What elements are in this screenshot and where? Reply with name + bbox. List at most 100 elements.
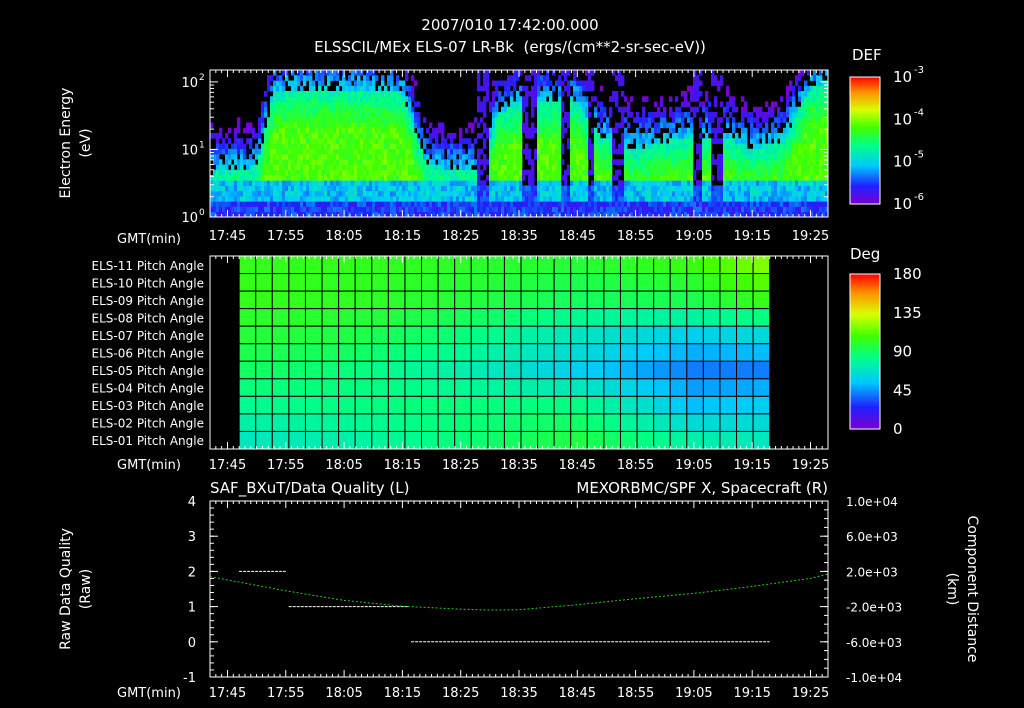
spectrogram-cell xyxy=(639,154,643,160)
spectrogram-cell xyxy=(813,85,817,92)
spectrogram-cell xyxy=(720,185,724,192)
spectrogram-cell xyxy=(435,133,439,139)
spectrogram-cell xyxy=(558,133,562,139)
spectrogram-cell xyxy=(579,122,583,129)
spectrogram-cell xyxy=(582,96,586,102)
spectrogram-cell xyxy=(480,117,484,123)
spectrogram-cell xyxy=(558,206,562,213)
spectrogram-cell xyxy=(462,175,466,181)
spectrogram-cell xyxy=(744,206,748,213)
spectrogram-cell xyxy=(789,185,793,192)
spectrogram-cell xyxy=(333,112,337,118)
spectrogram-cell xyxy=(402,138,406,144)
spectrogram-cell xyxy=(375,148,379,155)
spectrogram-cell xyxy=(819,80,823,87)
spectrogram-cell xyxy=(429,148,433,155)
spectrogram-cell xyxy=(675,133,679,139)
spectrogram-cell xyxy=(696,185,700,192)
spectrogram-cell xyxy=(729,180,733,186)
spectrogram-cell xyxy=(498,148,502,155)
spectrogram-cell xyxy=(297,117,301,123)
spectrogram-cell xyxy=(462,196,466,202)
spectrogram-cell xyxy=(708,154,712,160)
spectrogram-cell xyxy=(699,190,703,197)
spectrogram-cell xyxy=(648,117,652,123)
spectrogram-cell xyxy=(222,164,226,171)
spectrogram-cell xyxy=(528,185,532,192)
spectrogram-cell xyxy=(222,148,226,155)
spectrogram-cell xyxy=(582,80,586,87)
pitch-angle-cell xyxy=(371,343,389,362)
spectrogram-cell xyxy=(504,169,508,176)
spectrogram-cell xyxy=(468,196,472,202)
spectrogram-cell xyxy=(732,122,736,129)
spectrogram-cell xyxy=(753,143,757,150)
spectrogram-cell xyxy=(711,127,715,134)
spectrogram-cell xyxy=(279,133,283,139)
spectrogram-cell xyxy=(372,101,376,108)
spectrogram-cell xyxy=(405,85,409,92)
spectrogram-cell xyxy=(285,143,289,150)
pitch-angle-cell xyxy=(454,360,472,380)
spectrogram-cell xyxy=(642,190,646,197)
spectrogram-cell xyxy=(420,148,424,155)
spectrogram-cell xyxy=(585,196,589,202)
spectrogram-cell xyxy=(435,169,439,176)
spectrogram-cell xyxy=(573,122,577,129)
spectrogram-cell xyxy=(801,190,805,197)
spectrogram-cell xyxy=(294,159,298,165)
spectrogram-cell xyxy=(273,180,277,186)
spectrogram-cell xyxy=(330,75,334,81)
spectrogram-cell xyxy=(399,185,403,192)
pitch-angle-cell xyxy=(503,413,522,432)
spectrogram-cell xyxy=(687,196,691,202)
spectrogram-cell xyxy=(357,148,361,155)
spectrogram-cell xyxy=(591,148,595,155)
spectrogram-cell xyxy=(627,101,631,108)
spectrogram-cell xyxy=(726,175,730,181)
spectrogram-cell xyxy=(216,164,220,171)
spectrogram-cell xyxy=(279,154,283,160)
spectrogram-cell xyxy=(372,159,376,165)
pitch-angle-cell xyxy=(752,343,771,362)
spectrogram-cell xyxy=(549,206,553,213)
spectrogram-cell xyxy=(363,91,367,97)
spectrogram-cell xyxy=(792,201,796,207)
spectrogram-cell xyxy=(321,101,325,108)
spectrogram-cell xyxy=(807,175,811,181)
spectrogram-cell xyxy=(537,164,541,171)
pitch-angle-cell xyxy=(371,430,389,450)
spectrogram-cell xyxy=(312,143,316,150)
spectrogram-cell xyxy=(234,159,238,165)
spectrogram-cell xyxy=(540,91,544,97)
spectrogram-cell xyxy=(261,201,265,207)
spectrogram-cell xyxy=(459,143,463,150)
pitch-angle-cell xyxy=(603,378,621,397)
spectrogram-cell xyxy=(363,206,367,213)
spectrogram-cell xyxy=(570,169,574,176)
spectrogram-cell xyxy=(678,148,682,155)
spectrogram-cell xyxy=(303,196,307,202)
spectrogram-cell xyxy=(252,190,256,197)
spectrogram-cell xyxy=(726,85,730,92)
spectrogram-cell xyxy=(219,175,223,181)
spectrogram-cell xyxy=(336,180,340,186)
spectrogram-cell xyxy=(600,117,604,123)
spectrogram-cell xyxy=(405,206,409,213)
spectrogram-cell xyxy=(273,196,277,202)
spectrogram-cell xyxy=(327,75,331,81)
spectrogram-cell xyxy=(654,154,658,160)
spectrogram-cell xyxy=(393,185,397,192)
spectrogram-cell xyxy=(429,159,433,165)
spectrogram-cell xyxy=(270,122,274,129)
spectrogram-cell xyxy=(351,206,355,213)
spectrogram-cell xyxy=(360,169,364,176)
spectrogram-cell xyxy=(777,159,781,165)
spectrogram-cell xyxy=(540,75,544,81)
spectrogram-cell xyxy=(624,169,628,176)
spectrogram-cell xyxy=(300,148,304,155)
spectrogram-cell xyxy=(402,180,406,186)
spectrogram-cell xyxy=(225,185,229,192)
spectrogram-cell xyxy=(513,122,517,129)
pitch-angle-cell xyxy=(338,325,356,345)
